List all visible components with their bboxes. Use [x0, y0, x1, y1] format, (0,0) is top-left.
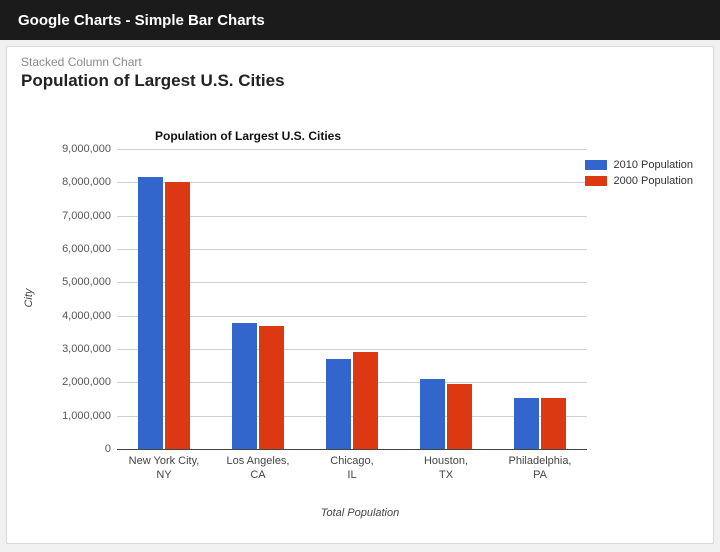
x-axis-label: Total Population	[321, 507, 400, 519]
y-tick-label: 2,000,000	[62, 376, 111, 388]
x-tick-label: Chicago,IL	[305, 455, 399, 483]
chart-legend: 2010 Population 2000 Population	[585, 159, 693, 191]
x-tick-label: New York City,NY	[117, 455, 211, 483]
card-wrap: Stacked Column Chart Population of Large…	[0, 40, 720, 550]
bar	[353, 352, 378, 449]
bar	[138, 177, 163, 450]
legend-label: 2010 Population	[613, 159, 693, 171]
bars-container	[117, 149, 587, 449]
bar	[447, 384, 472, 449]
y-tick-label: 0	[105, 443, 111, 455]
x-tick-label: Houston,TX	[399, 455, 493, 483]
x-tick-label: Los Angeles,CA	[211, 455, 305, 483]
legend-item: 2000 Population	[585, 175, 693, 187]
y-axis-label: City	[23, 289, 35, 308]
y-tick-label: 9,000,000	[62, 143, 111, 155]
chart-title: Population of Largest U.S. Cities	[155, 129, 341, 143]
page-header: Google Charts - Simple Bar Charts	[0, 0, 720, 40]
bar	[165, 182, 190, 449]
bar-group	[399, 149, 493, 449]
bar	[259, 326, 284, 449]
y-tick-label: 4,000,000	[62, 310, 111, 322]
chart-area: Population of Largest U.S. Cities City 0…	[7, 101, 713, 521]
legend-swatch-icon	[585, 176, 607, 186]
bar-group	[117, 149, 211, 449]
y-tick-label: 8,000,000	[62, 176, 111, 188]
chart-plot: 01,000,0002,000,0003,000,0004,000,0005,0…	[117, 149, 587, 449]
y-tick-label: 3,000,000	[62, 343, 111, 355]
legend-item: 2010 Population	[585, 159, 693, 171]
legend-label: 2000 Population	[613, 175, 693, 187]
bar	[326, 359, 351, 449]
grid-line	[117, 449, 587, 450]
y-tick-label: 5,000,000	[62, 276, 111, 288]
bar	[420, 379, 445, 449]
card-title: Population of Largest U.S. Cities	[7, 71, 713, 95]
chart-card: Stacked Column Chart Population of Large…	[6, 46, 714, 544]
y-tick-label: 7,000,000	[62, 210, 111, 222]
bar	[541, 398, 566, 449]
y-tick-label: 6,000,000	[62, 243, 111, 255]
card-subtitle: Stacked Column Chart	[7, 47, 713, 71]
x-tick-label: Philadelphia,PA	[493, 455, 587, 483]
legend-swatch-icon	[585, 160, 607, 170]
bar	[514, 398, 539, 449]
y-tick-label: 1,000,000	[62, 410, 111, 422]
bar-group	[305, 149, 399, 449]
bar-group	[493, 149, 587, 449]
page-header-title: Google Charts - Simple Bar Charts	[18, 12, 265, 29]
bar-group	[211, 149, 305, 449]
bar	[232, 323, 257, 449]
